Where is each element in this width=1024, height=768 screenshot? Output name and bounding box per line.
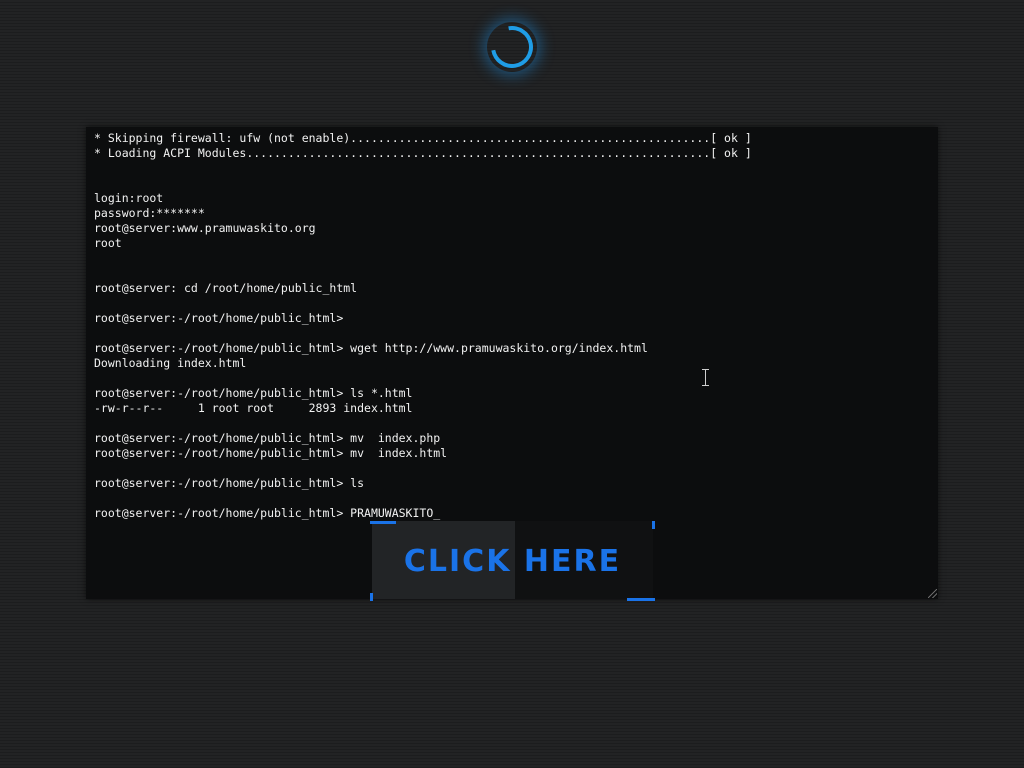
terminal-output: * Skipping firewall: ufw (not enable)...… bbox=[94, 131, 752, 521]
terminal-prompt-line[interactable]: root@server:-/root/home/public_html> PRA… bbox=[94, 506, 752, 521]
terminal-line: root@server:-/root/home/public_html> ls bbox=[94, 476, 365, 490]
resize-handle-icon[interactable] bbox=[928, 589, 937, 598]
terminal-line: -rw-r--r-- 1 root root 2893 index.html bbox=[94, 401, 413, 415]
terminal-line: root@server:-/root/home/public_html> mv … bbox=[94, 446, 448, 460]
terminal-line: * Skipping firewall: ufw (not enable)...… bbox=[94, 131, 752, 145]
terminal-line: * Loading ACPI Modules..................… bbox=[94, 146, 752, 160]
terminal-line: root@server:-/root/home/public_html> wge… bbox=[94, 341, 648, 355]
terminal-line: password:******* bbox=[94, 206, 205, 220]
spinner-ring bbox=[482, 17, 542, 77]
terminal-line: root bbox=[94, 236, 122, 250]
click-here-button[interactable]: CLICK HERE bbox=[370, 521, 655, 601]
text-cursor-icon bbox=[702, 369, 709, 386]
cursor-stem bbox=[705, 370, 706, 385]
terminal-line: Downloading index.html bbox=[94, 356, 247, 370]
terminal-line: root@server:www.pramuwaskito.org bbox=[94, 221, 316, 235]
terminal-line: root@server:-/root/home/public_html> mv … bbox=[94, 431, 441, 445]
loading-spinner-icon bbox=[482, 17, 542, 77]
terminal-line: root@server:-/root/home/public_html> ls … bbox=[94, 386, 413, 400]
terminal-line: root@server:-/root/home/public_html> bbox=[94, 311, 344, 325]
click-here-label: CLICK HERE bbox=[403, 543, 622, 579]
terminal-line: root@server: cd /root/home/public_html bbox=[94, 281, 358, 295]
cursor-serif-bottom bbox=[702, 385, 709, 386]
terminal-line: login:root bbox=[94, 191, 164, 205]
